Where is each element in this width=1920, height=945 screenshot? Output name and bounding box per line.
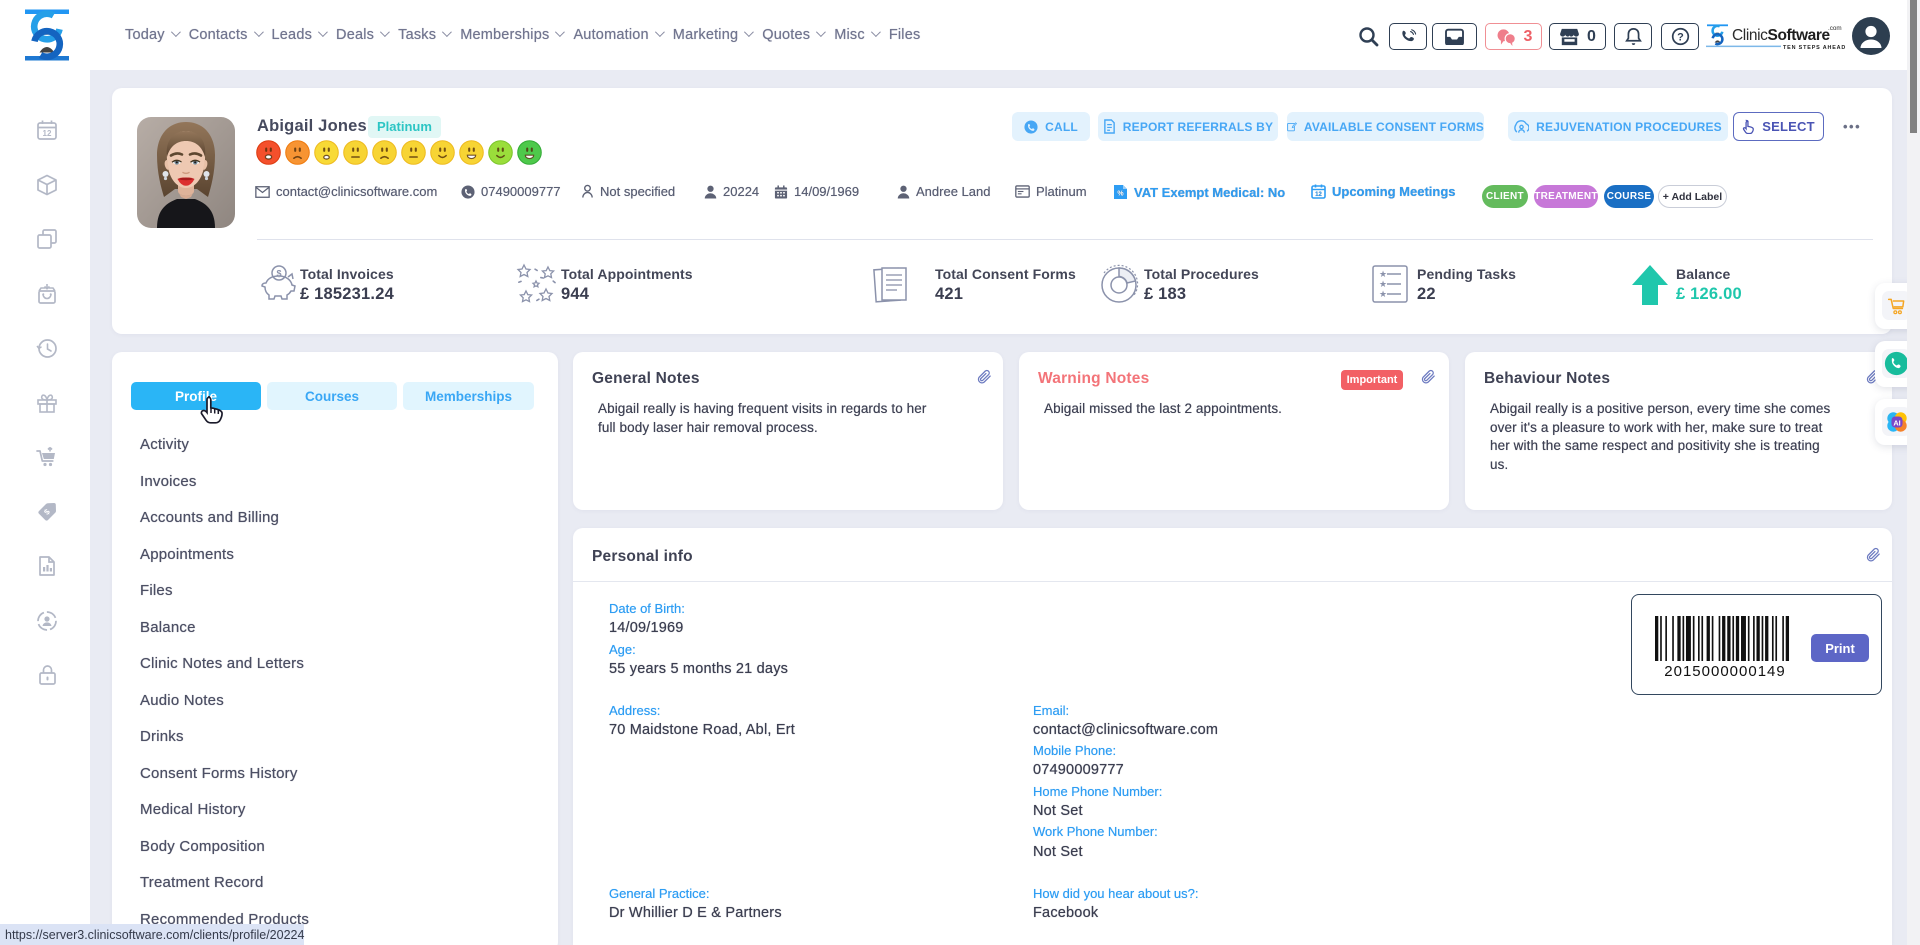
svg-text:.com: .com xyxy=(1828,25,1842,32)
svg-text:12: 12 xyxy=(43,129,52,138)
svg-text:AI: AI xyxy=(1893,418,1900,427)
svg-text:12: 12 xyxy=(1315,192,1322,198)
svg-text:TEN STEPS AHEAD: TEN STEPS AHEAD xyxy=(1783,45,1846,50)
svg-text:?: ? xyxy=(1677,31,1684,43)
svg-text:★: ★ xyxy=(1379,289,1387,299)
svg-text:ClinicSoftware: ClinicSoftware xyxy=(1732,27,1831,44)
svg-text:★: ★ xyxy=(1379,269,1387,279)
svg-text:★: ★ xyxy=(1379,279,1387,289)
svg-text:%: % xyxy=(1117,191,1124,198)
svg-text:$: $ xyxy=(276,269,281,279)
